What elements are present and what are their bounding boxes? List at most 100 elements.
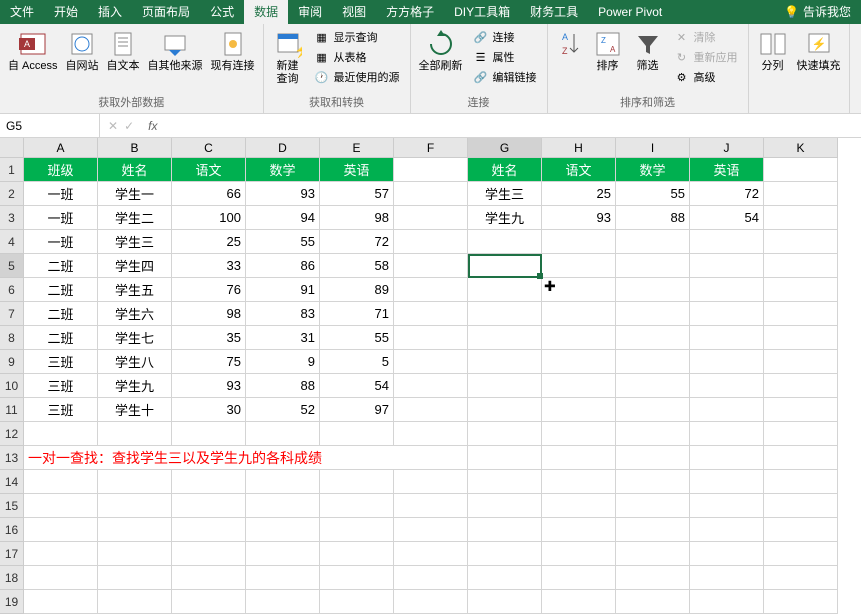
- cell[interactable]: [394, 326, 468, 350]
- cell[interactable]: [394, 206, 468, 230]
- cell[interactable]: [468, 542, 542, 566]
- col-header-C[interactable]: C: [172, 138, 246, 158]
- cell[interactable]: 学生四: [98, 254, 172, 278]
- row-header-19[interactable]: 19: [0, 590, 24, 614]
- row-header-9[interactable]: 9: [0, 350, 24, 374]
- col-header-F[interactable]: F: [394, 138, 468, 158]
- cell[interactable]: [542, 230, 616, 254]
- col-header-D[interactable]: D: [246, 138, 320, 158]
- cell[interactable]: 100: [172, 206, 246, 230]
- cell[interactable]: [246, 590, 320, 614]
- cell[interactable]: [542, 374, 616, 398]
- row-header-12[interactable]: 12: [0, 422, 24, 446]
- cell[interactable]: [690, 518, 764, 542]
- cell[interactable]: 一班: [24, 182, 98, 206]
- tab-finance[interactable]: 财务工具: [520, 0, 588, 24]
- row-header-8[interactable]: 8: [0, 326, 24, 350]
- cell[interactable]: [690, 326, 764, 350]
- cell[interactable]: 三班: [24, 398, 98, 422]
- cell[interactable]: 学生三: [98, 230, 172, 254]
- cell[interactable]: 71: [320, 302, 394, 326]
- cell[interactable]: [320, 518, 394, 542]
- cell[interactable]: 57: [320, 182, 394, 206]
- cell[interactable]: [468, 398, 542, 422]
- cell[interactable]: [616, 230, 690, 254]
- cell[interactable]: 英语: [320, 158, 394, 182]
- col-header-E[interactable]: E: [320, 138, 394, 158]
- cell[interactable]: 二班: [24, 326, 98, 350]
- cell[interactable]: [542, 278, 616, 302]
- cell[interactable]: 98: [172, 302, 246, 326]
- cell[interactable]: [394, 566, 468, 590]
- cell[interactable]: [542, 542, 616, 566]
- cell[interactable]: [542, 494, 616, 518]
- connections-button[interactable]: 🔗连接: [469, 28, 541, 46]
- cell[interactable]: [616, 278, 690, 302]
- cell[interactable]: [394, 470, 468, 494]
- cell[interactable]: 学生三: [468, 182, 542, 206]
- cell[interactable]: 66: [172, 182, 246, 206]
- cell[interactable]: 学生一: [98, 182, 172, 206]
- cell[interactable]: [246, 422, 320, 446]
- cell[interactable]: [394, 542, 468, 566]
- cell[interactable]: [468, 350, 542, 374]
- cell[interactable]: [616, 302, 690, 326]
- cell[interactable]: [246, 542, 320, 566]
- cell[interactable]: 98: [320, 206, 394, 230]
- cell[interactable]: [690, 302, 764, 326]
- cell[interactable]: [394, 254, 468, 278]
- cell[interactable]: [764, 566, 838, 590]
- cell[interactable]: [542, 302, 616, 326]
- cell[interactable]: [172, 566, 246, 590]
- cell[interactable]: [690, 230, 764, 254]
- tab-file[interactable]: 文件: [0, 0, 44, 24]
- cell[interactable]: [764, 302, 838, 326]
- sort-az-button[interactable]: AZ: [554, 28, 586, 60]
- cell[interactable]: [616, 542, 690, 566]
- cell[interactable]: 25: [542, 182, 616, 206]
- row-header-16[interactable]: 16: [0, 518, 24, 542]
- row-header-5[interactable]: 5: [0, 254, 24, 278]
- cell[interactable]: 33: [172, 254, 246, 278]
- cell[interactable]: [394, 398, 468, 422]
- cell[interactable]: 一对一查找：查找学生三以及学生九的各科成绩: [24, 446, 468, 470]
- cell[interactable]: [24, 590, 98, 614]
- cell[interactable]: [320, 566, 394, 590]
- from-table-button[interactable]: ▦从表格: [310, 48, 404, 66]
- cell[interactable]: 89: [320, 278, 394, 302]
- cell[interactable]: [468, 278, 542, 302]
- cell[interactable]: 93: [246, 182, 320, 206]
- cell[interactable]: [764, 350, 838, 374]
- cell[interactable]: 一班: [24, 206, 98, 230]
- cell[interactable]: [468, 518, 542, 542]
- cell[interactable]: [542, 518, 616, 542]
- existing-connections-button[interactable]: 现有连接: [209, 28, 257, 75]
- cell[interactable]: [246, 518, 320, 542]
- refresh-all-button[interactable]: 全部刷新: [417, 28, 465, 75]
- cell[interactable]: [394, 518, 468, 542]
- col-header-B[interactable]: B: [98, 138, 172, 158]
- cell[interactable]: 二班: [24, 302, 98, 326]
- filter-button[interactable]: 筛选: [630, 28, 666, 75]
- cell[interactable]: [764, 422, 838, 446]
- name-box[interactable]: G5: [0, 114, 100, 137]
- cell[interactable]: [172, 542, 246, 566]
- tab-powerpivot[interactable]: Power Pivot: [588, 0, 672, 24]
- cell[interactable]: [690, 254, 764, 278]
- col-header-H[interactable]: H: [542, 138, 616, 158]
- tab-tellme[interactable]: 💡告诉我您: [774, 0, 861, 24]
- row-header-14[interactable]: 14: [0, 470, 24, 494]
- col-header-A[interactable]: A: [24, 138, 98, 158]
- new-query-button[interactable]: ⚡ 新建 查询: [270, 28, 306, 88]
- cell[interactable]: [690, 374, 764, 398]
- cell[interactable]: [764, 542, 838, 566]
- edit-links-button[interactable]: 🔗编辑链接: [469, 68, 541, 86]
- cell[interactable]: [690, 446, 764, 470]
- cell[interactable]: 35: [172, 326, 246, 350]
- cell[interactable]: 二班: [24, 254, 98, 278]
- cell[interactable]: [764, 254, 838, 278]
- cell[interactable]: [616, 566, 690, 590]
- cell[interactable]: [690, 350, 764, 374]
- cell[interactable]: [394, 590, 468, 614]
- cell[interactable]: [764, 446, 838, 470]
